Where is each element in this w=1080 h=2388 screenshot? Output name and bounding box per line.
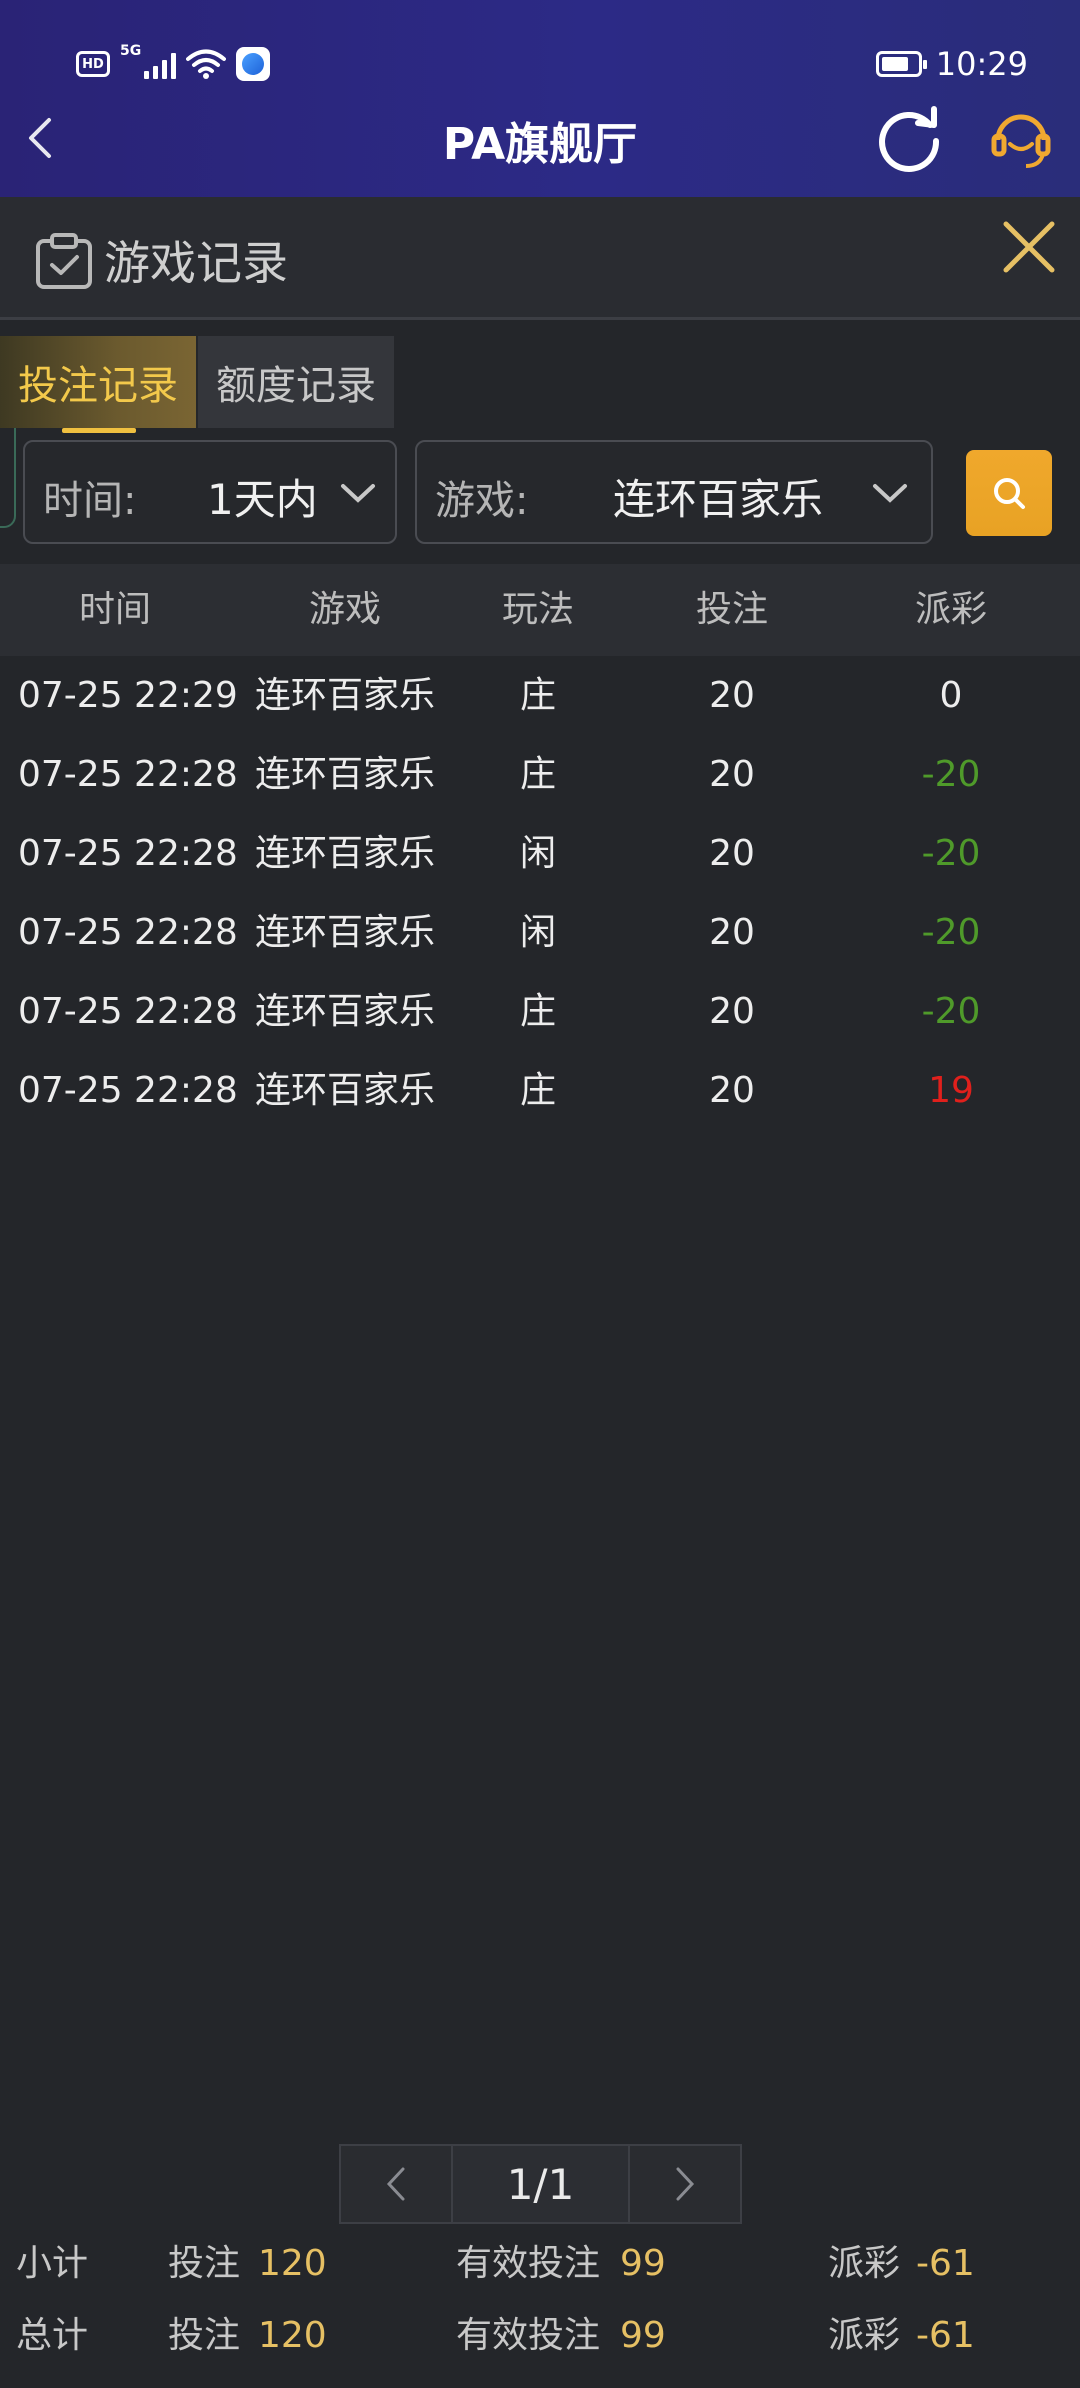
cell-payout: -20 (921, 754, 981, 795)
col-header-bet: 投注 (695, 589, 768, 630)
total-bet-value: 120 (258, 2315, 327, 2356)
game-filter-select[interactable]: 游戏: 连环百家乐 (415, 440, 933, 544)
refresh-button[interactable] (874, 103, 944, 173)
total-payout-label: 派彩 (828, 2315, 901, 2356)
time-filter-value: 1天内 (207, 475, 318, 524)
cell-bet: 20 (709, 1070, 755, 1111)
pagination: 1/1 (339, 2144, 742, 2224)
headset-icon (991, 114, 1051, 168)
subtotal-payout-label: 派彩 (828, 2243, 901, 2284)
total-payout-value: -61 (916, 2315, 975, 2356)
search-icon (994, 478, 1025, 509)
cell-play: 庄 (519, 754, 556, 795)
cell-play: 庄 (519, 1070, 556, 1111)
total-label: 总计 (16, 2315, 89, 2356)
wifi-icon (186, 49, 226, 79)
col-header-game: 游戏 (308, 589, 381, 630)
cell-play: 闲 (519, 833, 556, 874)
section-header: 游戏记录 (0, 197, 1080, 320)
search-button[interactable] (966, 450, 1052, 536)
cell-bet: 20 (709, 754, 755, 795)
cell-game: 连环百家乐 (254, 1070, 435, 1111)
table-row: 07-25 22:28 连环百家乐 闲 20 -20 (0, 814, 1080, 893)
total-valid-label: 有效投注 (456, 2315, 601, 2356)
cell-payout: 0 (939, 675, 963, 716)
status-icons-left: HD 5G (76, 43, 270, 84)
time-filter-label: 时间: (43, 478, 137, 524)
cell-game: 连环百家乐 (254, 833, 435, 874)
chevron-down-icon (873, 484, 907, 503)
table-header: 时间 游戏 玩法 投注 派彩 (0, 564, 1080, 656)
table-body: 07-25 22:29 连环百家乐 庄 20 0 07-25 22:28 连环百… (0, 656, 1080, 1130)
subtotal-label: 小计 (16, 2243, 89, 2284)
close-icon (1003, 221, 1055, 273)
col-header-play: 玩法 (501, 589, 574, 630)
chevron-down-icon (341, 484, 375, 503)
table-row: 07-25 22:28 连环百家乐 庄 20 -20 (0, 735, 1080, 814)
cell-time: 07-25 22:28 (18, 991, 238, 1032)
game-filter-label: 游戏: (435, 478, 529, 524)
cell-game: 连环百家乐 (254, 912, 435, 953)
subtotal-valid-label: 有效投注 (456, 2243, 601, 2284)
table-row: 07-25 22:29 连环百家乐 庄 20 0 (0, 656, 1080, 735)
chevron-left-icon (29, 118, 51, 158)
total-bet-label: 投注 (168, 2315, 241, 2356)
chevron-right-icon (676, 2167, 695, 2201)
cell-payout: -20 (921, 991, 981, 1032)
prev-page-button[interactable] (339, 2144, 453, 2224)
subtotal-bet-label: 投注 (168, 2243, 241, 2284)
chevron-left-icon (386, 2167, 405, 2201)
hd-icon: HD (76, 51, 110, 77)
cell-time: 07-25 22:29 (18, 675, 238, 716)
table-row: 07-25 22:28 连环百家乐 庄 20 -20 (0, 972, 1080, 1051)
cell-time: 07-25 22:28 (18, 833, 238, 874)
signal-icon: 5G (120, 43, 176, 79)
cell-game: 连环百家乐 (254, 675, 435, 716)
app-notification-icon (236, 47, 270, 81)
col-header-payout: 派彩 (914, 589, 987, 630)
next-page-button[interactable] (628, 2144, 742, 2224)
network-type: 5G (120, 43, 142, 59)
cell-time: 07-25 22:28 (18, 912, 238, 953)
back-button[interactable] (18, 110, 62, 166)
cell-payout: -20 (921, 912, 981, 953)
refresh-icon (879, 106, 940, 172)
section-title: 游戏记录 (104, 236, 288, 290)
cell-bet: 20 (709, 833, 755, 874)
tab-bet-records[interactable]: 投注记录 (0, 336, 196, 428)
cell-play: 庄 (519, 991, 556, 1032)
col-header-time: 时间 (78, 589, 151, 630)
tab-active-indicator (62, 428, 136, 433)
game-filter-value: 连环百家乐 (613, 475, 824, 524)
time-filter-select[interactable]: 时间: 1天内 (23, 440, 397, 544)
cell-play: 闲 (519, 912, 556, 953)
cell-play: 庄 (519, 675, 556, 716)
table-row: 07-25 22:28 连环百家乐 闲 20 -20 (0, 893, 1080, 972)
page-indicator: 1/1 (453, 2144, 628, 2224)
subtotal-bet-value: 120 (258, 2243, 327, 2284)
cell-payout: -20 (921, 833, 981, 874)
cell-bet: 20 (709, 675, 755, 716)
subtotal-valid-value: 99 (620, 2243, 666, 2284)
battery-icon (875, 51, 927, 77)
customer-service-button[interactable] (990, 106, 1052, 172)
cell-payout: 19 (928, 1070, 974, 1111)
status-icons-right: 10:29 (875, 42, 1028, 86)
top-bar: HD 5G 10:29 PA旗舰厅 (0, 0, 1080, 197)
cell-time: 07-25 22:28 (18, 754, 238, 795)
cell-game: 连环百家乐 (254, 754, 435, 795)
subtotal-row: 小计 投注 120 有效投注 99 派彩 -61 (0, 2234, 1080, 2294)
total-row: 总计 投注 120 有效投注 99 派彩 -61 (0, 2306, 1080, 2366)
tab-credit-records[interactable]: 额度记录 (198, 336, 394, 428)
cell-bet: 20 (709, 912, 755, 953)
cell-time: 07-25 22:28 (18, 1070, 238, 1111)
table-row: 07-25 22:28 连环百家乐 庄 20 19 (0, 1051, 1080, 1130)
status-time: 10:29 (935, 45, 1028, 83)
cell-bet: 20 (709, 991, 755, 1032)
record-clipboard-icon (36, 233, 92, 289)
subtotal-payout-value: -61 (916, 2243, 975, 2284)
total-valid-value: 99 (620, 2315, 666, 2356)
close-button[interactable] (1000, 218, 1058, 276)
cell-game: 连环百家乐 (254, 991, 435, 1032)
